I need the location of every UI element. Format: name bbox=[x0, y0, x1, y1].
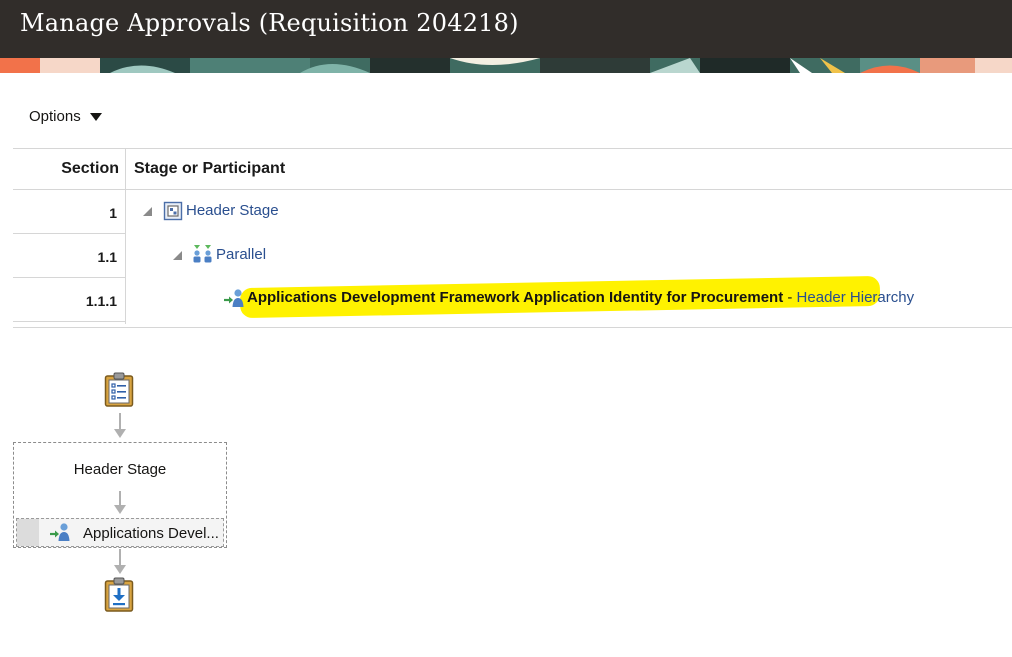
table-header: Section Stage or Participant bbox=[13, 149, 1012, 190]
collapse-toggle-icon[interactable] bbox=[143, 207, 152, 216]
section-number: 1.1 bbox=[97, 249, 117, 265]
stage-icon bbox=[163, 201, 183, 221]
stage-cell: Parallel bbox=[126, 234, 1012, 278]
participant-icon bbox=[224, 289, 244, 307]
participant-separator: - bbox=[783, 289, 797, 306]
table-row: 1 Header Stage bbox=[13, 190, 1012, 234]
participant-row-content: Applications Development Framework Appli… bbox=[247, 289, 914, 306]
banner-art bbox=[0, 58, 1012, 73]
diagram-stage-box[interactable]: Header Stage Applications Devel... bbox=[13, 442, 227, 548]
section-cell: 1.1.1 bbox=[13, 278, 125, 322]
section-number: 1 bbox=[109, 205, 117, 221]
parallel-group-icon bbox=[193, 245, 212, 263]
header-hierarchy-link[interactable]: Header Hierarchy bbox=[797, 289, 915, 306]
page-title: Manage Approvals (Requisition 204218) bbox=[20, 9, 519, 37]
clipboard-download-icon bbox=[104, 577, 134, 612]
chip-drag-handle[interactable] bbox=[17, 519, 39, 546]
table-row: 1.1 Parallel bbox=[13, 234, 1012, 278]
options-menu[interactable]: Options bbox=[29, 108, 102, 125]
parallel-link[interactable]: Parallel bbox=[216, 246, 266, 263]
section-cell: 1.1 bbox=[13, 234, 125, 278]
collapse-toggle-icon[interactable] bbox=[173, 251, 182, 260]
arrow-down-icon bbox=[114, 505, 126, 514]
arrow-down-icon bbox=[114, 429, 126, 438]
column-header-section: Section bbox=[61, 160, 119, 177]
caret-down-icon bbox=[89, 112, 102, 121]
app-header: Manage Approvals (Requisition 204218) bbox=[0, 0, 1012, 58]
options-label: Options bbox=[29, 108, 81, 125]
diagram-stage-label: Header Stage bbox=[73, 461, 167, 478]
clipboard-list-icon bbox=[104, 372, 134, 407]
column-header-stage: Stage or Participant bbox=[134, 160, 286, 177]
decorative-banner bbox=[0, 58, 1012, 73]
diagram-participant-label: Applications Devel... bbox=[83, 525, 219, 542]
section-number: 1.1.1 bbox=[85, 293, 117, 309]
diagram-participant-chip[interactable]: Applications Devel... bbox=[16, 518, 224, 547]
participant-icon bbox=[50, 523, 70, 541]
participant-name: Applications Development Framework Appli… bbox=[247, 289, 784, 306]
section-cell: 1 bbox=[13, 190, 125, 234]
header-stage-link[interactable]: Header Stage bbox=[186, 202, 279, 219]
stage-cell: Header Stage bbox=[126, 190, 1012, 234]
table-bottom-border bbox=[13, 327, 1012, 328]
arrow-down-icon bbox=[114, 565, 126, 574]
